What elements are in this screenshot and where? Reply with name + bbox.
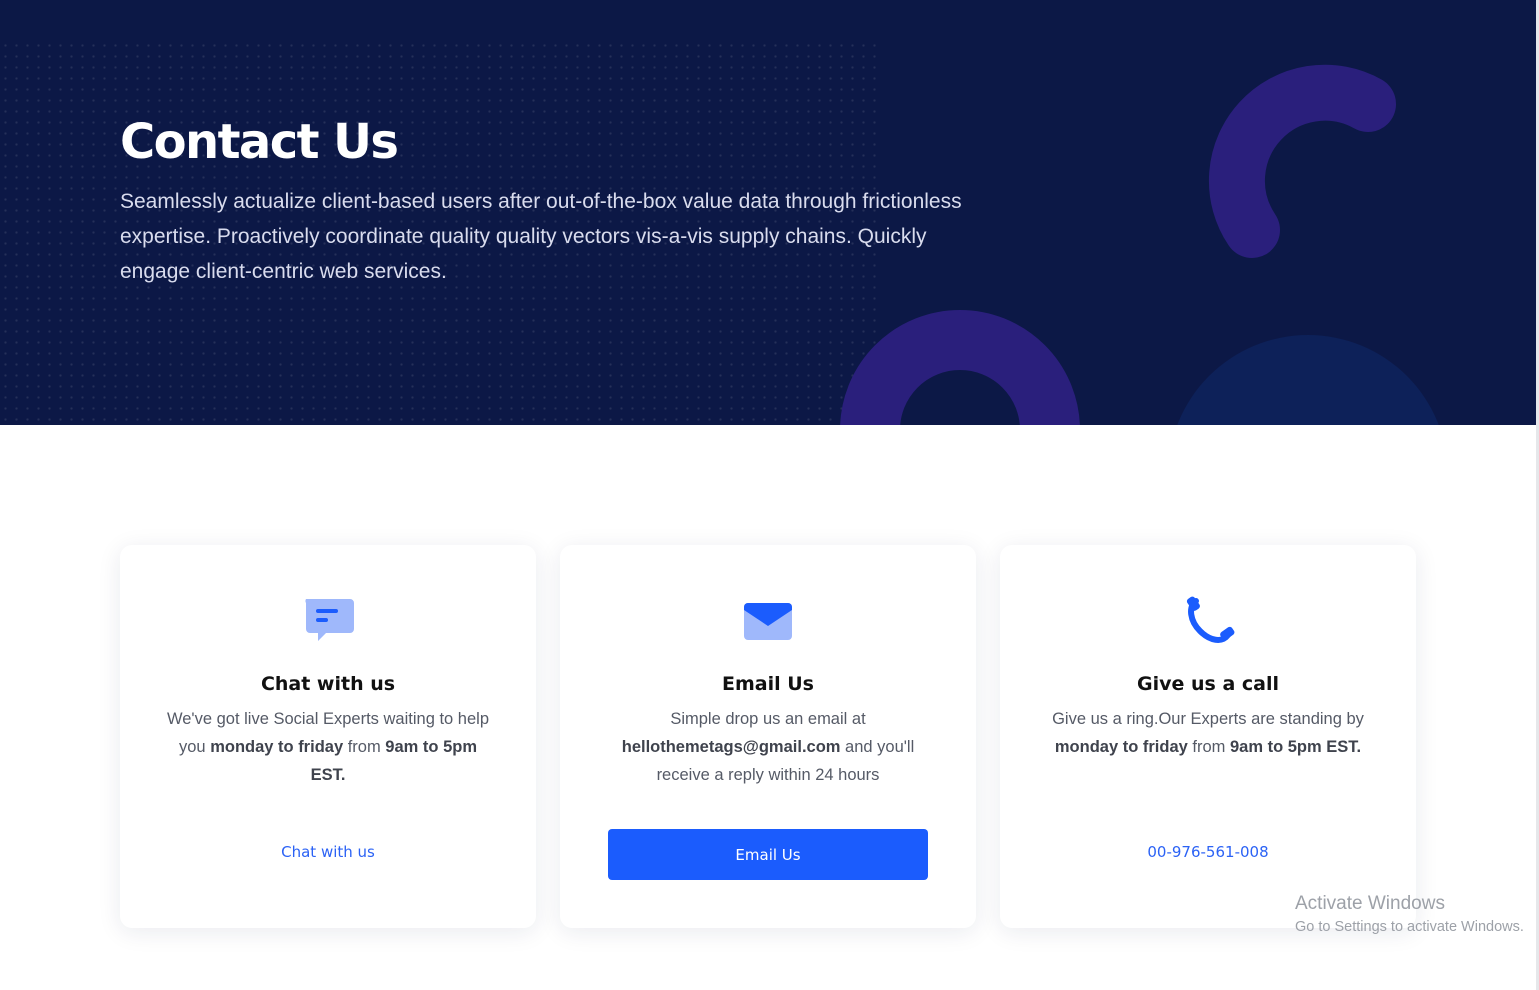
chat-link[interactable]: Chat with us [120, 843, 536, 861]
chat-card: Chat with us We've got live Social Exper… [120, 545, 536, 928]
email-card: Email Us Simple drop us an email at hell… [560, 545, 976, 928]
card-description: We've got live Social Experts waiting to… [166, 710, 489, 784]
hero-description: Seamlessly actualize client-based users … [120, 190, 962, 283]
card-description: Simple drop us an email at hellothemetag… [621, 710, 915, 784]
page-title: Contact Us [120, 114, 399, 170]
phone-icon [1186, 596, 1235, 643]
card-title: Chat with us [260, 673, 396, 695]
arc-shape-decoration [1208, 64, 1396, 258]
card-title: Email Us [722, 673, 814, 695]
watermark-subtitle: Go to Settings to activate Windows. [1295, 919, 1524, 935]
phone-number-link[interactable]: 00-976-561-008 [1000, 843, 1416, 861]
envelope-icon [744, 603, 792, 640]
card-description: Give us a ring.Our Experts are standing … [1052, 710, 1364, 756]
hero-section: Contact Us Seamlessly actualize client-b… [0, 0, 1536, 425]
card-title: Give us a call [1137, 673, 1279, 695]
semicircle-shape-decoration [1177, 335, 1439, 425]
ring-shape-decoration [840, 310, 1080, 425]
chat-bubble-icon [305, 599, 354, 641]
call-card: Give us a call Give us a ring.Our Expert… [1000, 545, 1416, 928]
email-us-button[interactable]: Email Us [608, 829, 928, 880]
windows-activation-watermark: Activate Windows Go to Settings to activ… [1295, 893, 1524, 939]
watermark-title: Activate Windows [1295, 893, 1445, 914]
